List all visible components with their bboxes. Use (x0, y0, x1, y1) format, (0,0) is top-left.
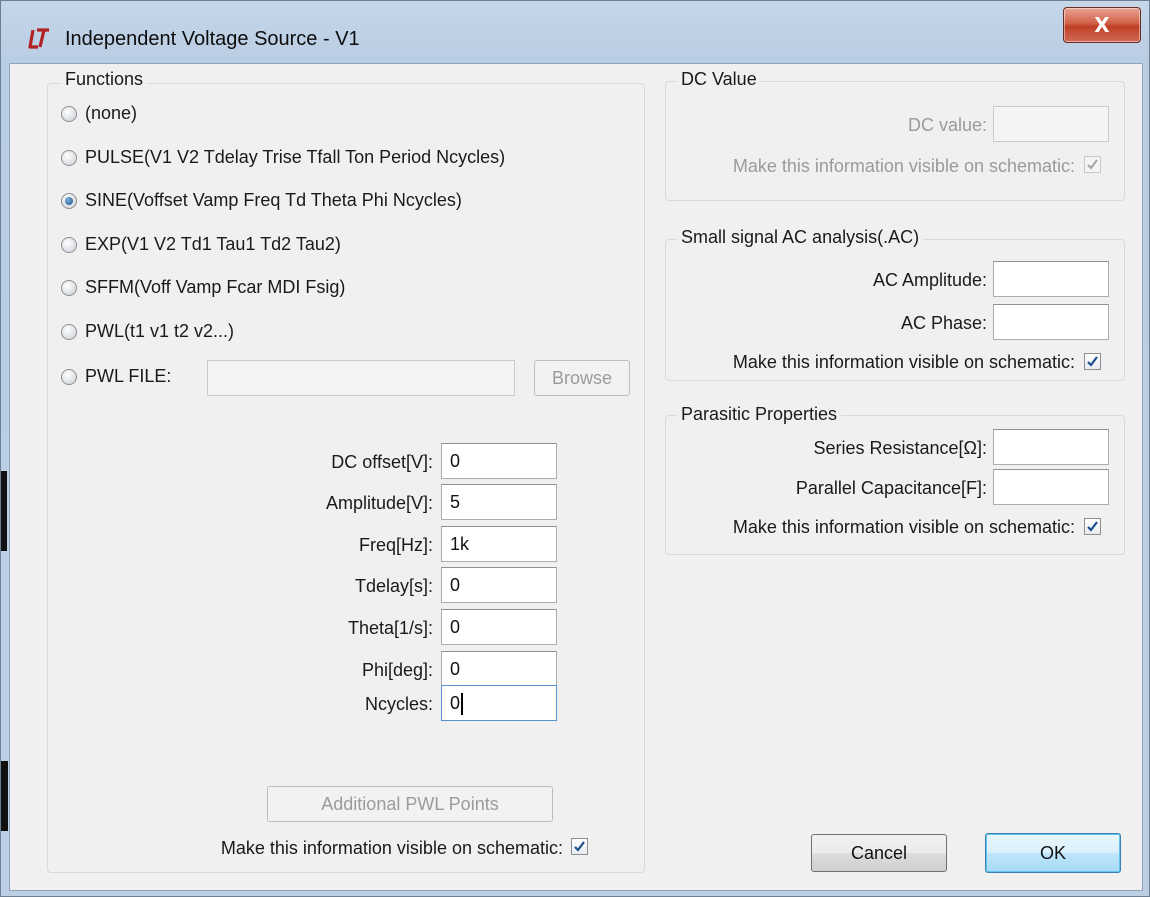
radio-button[interactable] (61, 236, 77, 253)
radio-option-pwl-file[interactable]: PWL FILE: (61, 366, 171, 387)
ltspice-logo-icon (28, 28, 49, 49)
radio-button[interactable] (61, 149, 77, 166)
ac-amplitude-field[interactable] (993, 261, 1109, 297)
param-label-theta: Theta[1/s]: (347, 618, 433, 638)
parasitic-visible-checkbox[interactable] (1084, 518, 1101, 535)
browse-button[interactable]: Browse (534, 360, 630, 396)
param-label-tdelay: Tdelay[s]: (354, 576, 433, 596)
close-icon: X (1094, 13, 1110, 37)
ac-amplitude-label: AC Amplitude: (872, 270, 987, 290)
series-resistance-field[interactable] (993, 429, 1109, 465)
window-title: Independent Voltage Source - V1 (65, 28, 360, 50)
dc-value-visible-label: Make this information visible on schemat… (732, 156, 1075, 176)
radio-button[interactable] (61, 323, 77, 340)
ncycles-field[interactable]: 0 (441, 685, 557, 721)
functions-visible-label: Make this information visible on schemat… (220, 838, 563, 858)
radio-option-label: (none) (85, 103, 138, 123)
dc-offset-field[interactable]: 0 (441, 443, 557, 479)
param-label-amplitude: Amplitude[V]: (325, 493, 433, 513)
param-label-freq: Freq[Hz]: (358, 535, 433, 555)
text-caret (461, 693, 464, 716)
radio-button[interactable] (61, 279, 77, 296)
parasitic-visible-label: Make this information visible on schemat… (732, 517, 1075, 537)
radio-option-label: PWL FILE: (85, 366, 172, 386)
radio-option-pwl[interactable]: PWL(t1 v1 t2 v2...) (61, 321, 234, 342)
param-label-ncycles: Ncycles: (364, 694, 433, 714)
pwl-file-input[interactable] (207, 360, 515, 396)
radio-button[interactable] (61, 192, 77, 209)
cancel-button[interactable]: Cancel (811, 834, 947, 872)
parasitic-group-label: Parasitic Properties (677, 404, 842, 425)
checkmark-icon (1087, 159, 1098, 170)
ac-visible-label: Make this information visible on schemat… (732, 352, 1075, 372)
close-button[interactable]: X (1063, 7, 1141, 43)
radio-option-exp[interactable]: EXP(V1 V2 Td1 Tau1 Td2 Tau2) (61, 234, 341, 255)
dc-value-field[interactable] (993, 106, 1109, 142)
radio-button[interactable] (61, 368, 77, 385)
ac-analysis-group-label: Small signal AC analysis(.AC) (677, 227, 924, 248)
dialog-window: Independent Voltage Source - V1 X Functi… (0, 0, 1150, 897)
ac-visible-checkbox[interactable] (1084, 353, 1101, 370)
radio-option-label: PULSE(V1 V2 Tdelay Trise Tfall Ton Perio… (85, 147, 506, 167)
dc-value-group-label: DC Value (677, 69, 761, 90)
series-resistance-label: Series Resistance[Ω]: (813, 438, 987, 458)
border-artifact (1, 761, 8, 831)
border-artifact (1, 471, 7, 551)
tdelay-field[interactable]: 0 (441, 567, 557, 603)
radio-option-sine[interactable]: SINE(Voffset Vamp Freq Td Theta Phi Ncyc… (61, 190, 462, 211)
radio-option-sffm[interactable]: SFFM(Voff Vamp Fcar MDI Fsig) (61, 277, 345, 298)
radio-option-label: EXP(V1 V2 Td1 Tau1 Td2 Tau2) (85, 234, 341, 254)
parallel-capacitance-field[interactable] (993, 469, 1109, 505)
phi-field[interactable]: 0 (441, 651, 557, 687)
radio-option-label: SFFM(Voff Vamp Fcar MDI Fsig) (85, 277, 346, 297)
checkmark-icon (1087, 356, 1098, 367)
functions-group-label: Functions (61, 69, 148, 90)
radio-option-label: PWL(t1 v1 t2 v2...) (85, 321, 235, 341)
amplitude-field[interactable]: 5 (441, 484, 557, 520)
title-bar[interactable]: Independent Voltage Source - V1 X (1, 1, 1150, 71)
dc-value-label: DC value: (907, 115, 987, 135)
parallel-capacitance-label: Parallel Capacitance[F]: (795, 478, 987, 498)
ncycles-value: 0 (450, 693, 461, 713)
theta-field[interactable]: 0 (441, 609, 557, 645)
checkmark-icon (1087, 521, 1098, 532)
ok-button[interactable]: OK (985, 833, 1121, 873)
radio-option-label: SINE(Voffset Vamp Freq Td Theta Phi Ncyc… (85, 190, 462, 210)
radio-button[interactable] (61, 105, 77, 122)
radio-option-none[interactable]: (none) (61, 103, 137, 124)
ac-phase-field[interactable] (993, 304, 1109, 340)
freq-field[interactable]: 1k (441, 526, 557, 562)
param-label-dc-offset: DC offset[V]: (331, 452, 433, 472)
checkmark-icon (574, 841, 585, 852)
ac-phase-label: AC Phase: (900, 313, 987, 333)
additional-pwl-points-button[interactable]: Additional PWL Points (267, 786, 553, 822)
param-label-phi: Phi[deg]: (361, 660, 433, 680)
dc-value-visible-checkbox[interactable] (1084, 156, 1101, 173)
functions-visible-checkbox[interactable] (571, 838, 588, 855)
radio-option-pulse[interactable]: PULSE(V1 V2 Tdelay Trise Tfall Ton Perio… (61, 147, 505, 168)
